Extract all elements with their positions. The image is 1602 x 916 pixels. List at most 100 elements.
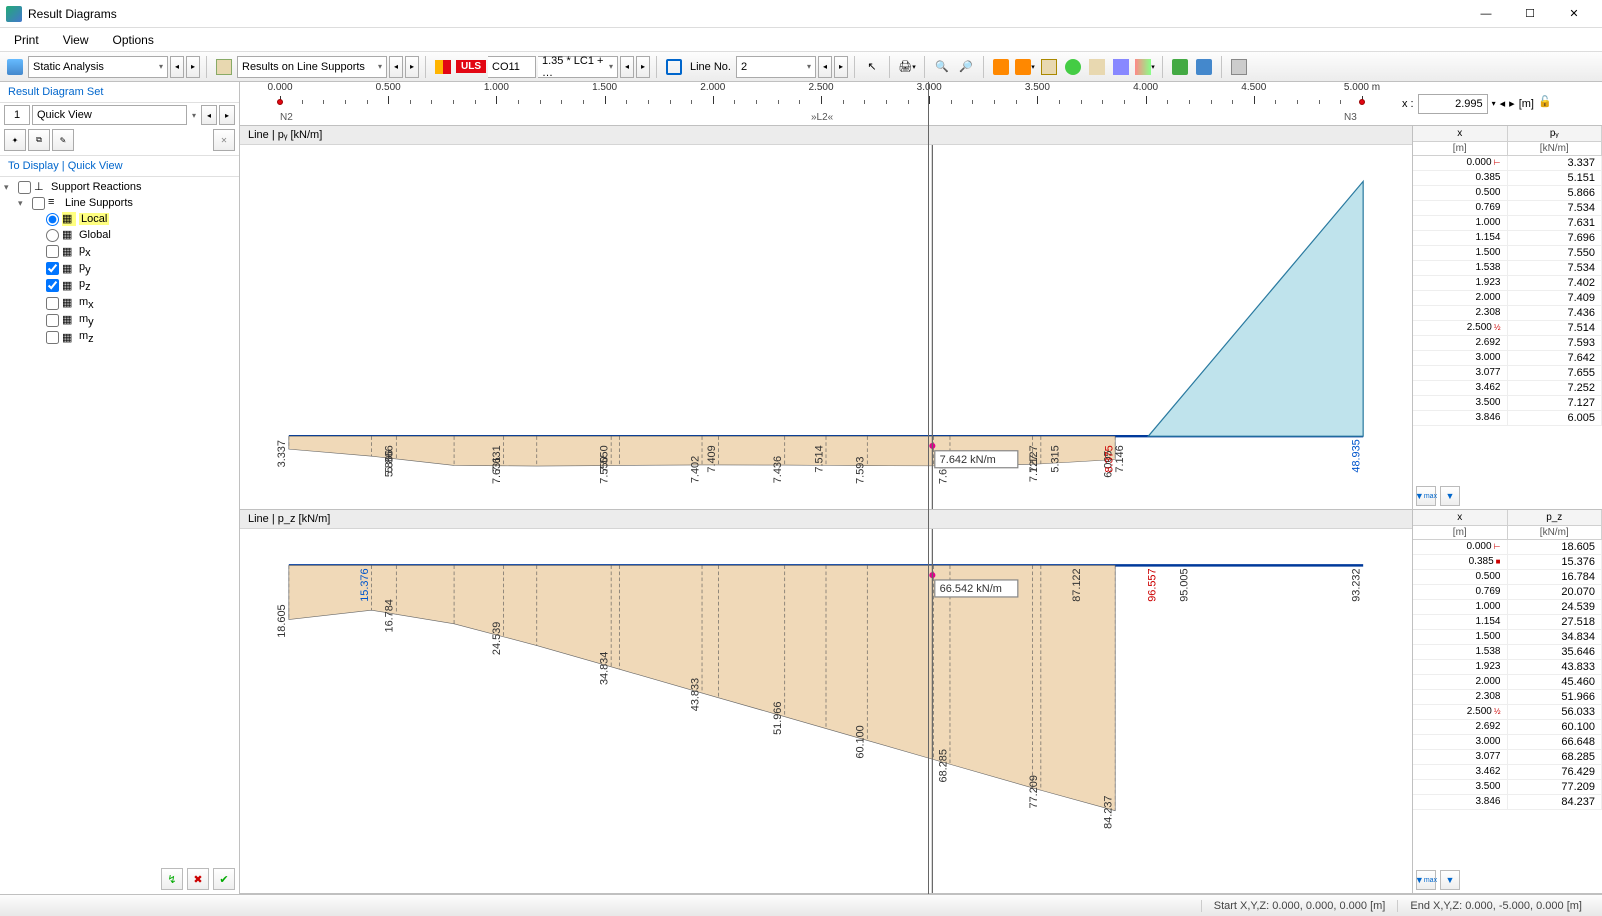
new-set-icon[interactable]: ✦ (4, 129, 26, 151)
prev-combo[interactable]: ◂ (620, 56, 634, 78)
table-row[interactable]: 0.3855.151 (1413, 171, 1602, 186)
table-row[interactable]: 2.6927.593 (1413, 336, 1602, 351)
table-row[interactable]: 3.8466.005 (1413, 411, 1602, 426)
table-row[interactable]: 2.500½56.033 (1413, 705, 1602, 720)
table-row[interactable]: 3.50077.209 (1413, 780, 1602, 795)
t2-filter-max[interactable]: ▼max (1416, 870, 1436, 890)
table-row[interactable]: 0.5005.866 (1413, 186, 1602, 201)
prev-analysis[interactable]: ◂ (170, 56, 184, 78)
marker-line[interactable] (928, 82, 929, 894)
ruler[interactable]: 0.0000.5001.0001.5002.0002.5003.0003.500… (240, 82, 1402, 126)
table-row[interactable]: 1.9237.402 (1413, 276, 1602, 291)
tb-icon-3[interactable] (1038, 56, 1060, 78)
combo-expr[interactable]: 1.35 * LC1 + …▾ (538, 56, 618, 78)
table-row[interactable]: 1.92343.833 (1413, 660, 1602, 675)
table-row[interactable]: 0.7697.534 (1413, 201, 1602, 216)
table-row[interactable]: 1.1547.696 (1413, 231, 1602, 246)
menu-print[interactable]: Print (8, 31, 45, 49)
radio-local[interactable] (46, 213, 59, 226)
table-row[interactable]: 3.0777.655 (1413, 366, 1602, 381)
table-row[interactable]: 3.07768.285 (1413, 750, 1602, 765)
next-results[interactable]: ▸ (405, 56, 419, 78)
chk-support-reactions[interactable] (18, 181, 31, 194)
t2-filter[interactable]: ▼ (1440, 870, 1460, 890)
analysis-type-icon[interactable] (4, 56, 26, 78)
edit-set-icon[interactable]: ✎ (52, 129, 74, 151)
bottom-icon-3[interactable]: ✔ (213, 868, 235, 890)
set-name-input[interactable] (32, 105, 187, 125)
zoom-out-icon[interactable]: 🔎 (955, 56, 977, 78)
table-2-body[interactable]: 0.000⊢18.6050.385■15.3760.50016.7840.769… (1413, 540, 1602, 867)
table-row[interactable]: 0.76920.070 (1413, 585, 1602, 600)
line-icon[interactable] (663, 56, 685, 78)
t1-filter[interactable]: ▼ (1440, 486, 1460, 506)
table-row[interactable]: 2.0007.409 (1413, 291, 1602, 306)
tb-icon-7[interactable]: ▾ (1134, 56, 1156, 78)
diagram-1-canvas[interactable]: 3.3375.8667.6317.5507.4027.4367.5937.655… (240, 145, 1412, 509)
next-combo[interactable]: ▸ (636, 56, 650, 78)
table-1-body[interactable]: 0.000⊢3.3370.3855.1510.5005.8660.7697.53… (1413, 156, 1602, 483)
table-row[interactable]: 3.4627.252 (1413, 381, 1602, 396)
chk-pz[interactable] (46, 279, 59, 292)
table-row[interactable]: 1.15427.518 (1413, 615, 1602, 630)
table-row[interactable]: 0.385■15.376 (1413, 555, 1602, 570)
chk-py[interactable] (46, 262, 59, 275)
x-next[interactable]: ▸ (1509, 97, 1515, 110)
chk-mz[interactable] (46, 331, 59, 344)
bottom-icon-1[interactable]: ↯ (161, 868, 183, 890)
prev-line[interactable]: ◂ (818, 56, 832, 78)
table-row[interactable]: 1.0007.631 (1413, 216, 1602, 231)
table-row[interactable]: 3.84684.237 (1413, 795, 1602, 810)
tb-icon-6[interactable] (1110, 56, 1132, 78)
prev-set[interactable]: ◂ (201, 105, 217, 125)
table-row[interactable]: 1.00024.539 (1413, 600, 1602, 615)
table-row[interactable]: 3.0007.642 (1413, 351, 1602, 366)
close-button[interactable]: ✕ (1552, 0, 1596, 28)
co-combo[interactable]: CO11 (488, 56, 536, 78)
table-row[interactable]: 2.30851.966 (1413, 690, 1602, 705)
analysis-combo[interactable]: Static Analysis▾ (28, 56, 168, 78)
lock-icon[interactable]: 🔓 (1538, 95, 1556, 113)
table-row[interactable]: 1.53835.646 (1413, 645, 1602, 660)
chk-px[interactable] (46, 245, 59, 258)
tb-icon-10[interactable] (1228, 56, 1250, 78)
next-analysis[interactable]: ▸ (186, 56, 200, 78)
table-row[interactable]: 3.5007.127 (1413, 396, 1602, 411)
zoom-in-icon[interactable]: 🔍 (931, 56, 953, 78)
prev-results[interactable]: ◂ (389, 56, 403, 78)
table-row[interactable]: 2.69260.100 (1413, 720, 1602, 735)
tb-icon-4[interactable] (1062, 56, 1084, 78)
table-row[interactable]: 1.5007.550 (1413, 246, 1602, 261)
chk-mx[interactable] (46, 297, 59, 310)
table-row[interactable]: 3.00066.648 (1413, 735, 1602, 750)
table-row[interactable]: 2.3087.436 (1413, 306, 1602, 321)
maximize-button[interactable]: ☐ (1508, 0, 1552, 28)
table-row[interactable]: 0.000⊢3.337 (1413, 156, 1602, 171)
results-on-combo[interactable]: Results on Line Supports▾ (237, 56, 387, 78)
chk-my[interactable] (46, 314, 59, 327)
tb-icon-2[interactable]: ▾ (1014, 56, 1036, 78)
print-icon[interactable]: 🖨▾ (896, 56, 918, 78)
table-row[interactable]: 0.50016.784 (1413, 570, 1602, 585)
x-prev[interactable]: ◂ (1500, 97, 1506, 110)
chk-line-supports[interactable] (32, 197, 45, 210)
diagram-2-canvas[interactable]: 18.60516.78424.53934.83443.83351.96660.1… (240, 529, 1412, 893)
next-line[interactable]: ▸ (834, 56, 848, 78)
x-value-input[interactable] (1418, 94, 1488, 114)
radio-global[interactable] (46, 229, 59, 242)
set-number-input[interactable] (4, 105, 30, 125)
tb-icon-9[interactable] (1193, 56, 1215, 78)
menu-options[interactable]: Options (106, 31, 159, 49)
tb-icon-8[interactable] (1169, 56, 1191, 78)
table-row[interactable]: 0.000⊢18.605 (1413, 540, 1602, 555)
tb-icon-5[interactable] (1086, 56, 1108, 78)
table-row[interactable]: 2.00045.460 (1413, 675, 1602, 690)
tb-icon-1[interactable] (990, 56, 1012, 78)
menu-view[interactable]: View (57, 31, 95, 49)
bottom-icon-2[interactable]: ✖ (187, 868, 209, 890)
table-row[interactable]: 3.46276.429 (1413, 765, 1602, 780)
t1-filter-max[interactable]: ▼max (1416, 486, 1436, 506)
results-on-icon[interactable] (213, 56, 235, 78)
copy-set-icon[interactable]: ⧉ (28, 129, 50, 151)
table-row[interactable]: 2.500½7.514 (1413, 321, 1602, 336)
